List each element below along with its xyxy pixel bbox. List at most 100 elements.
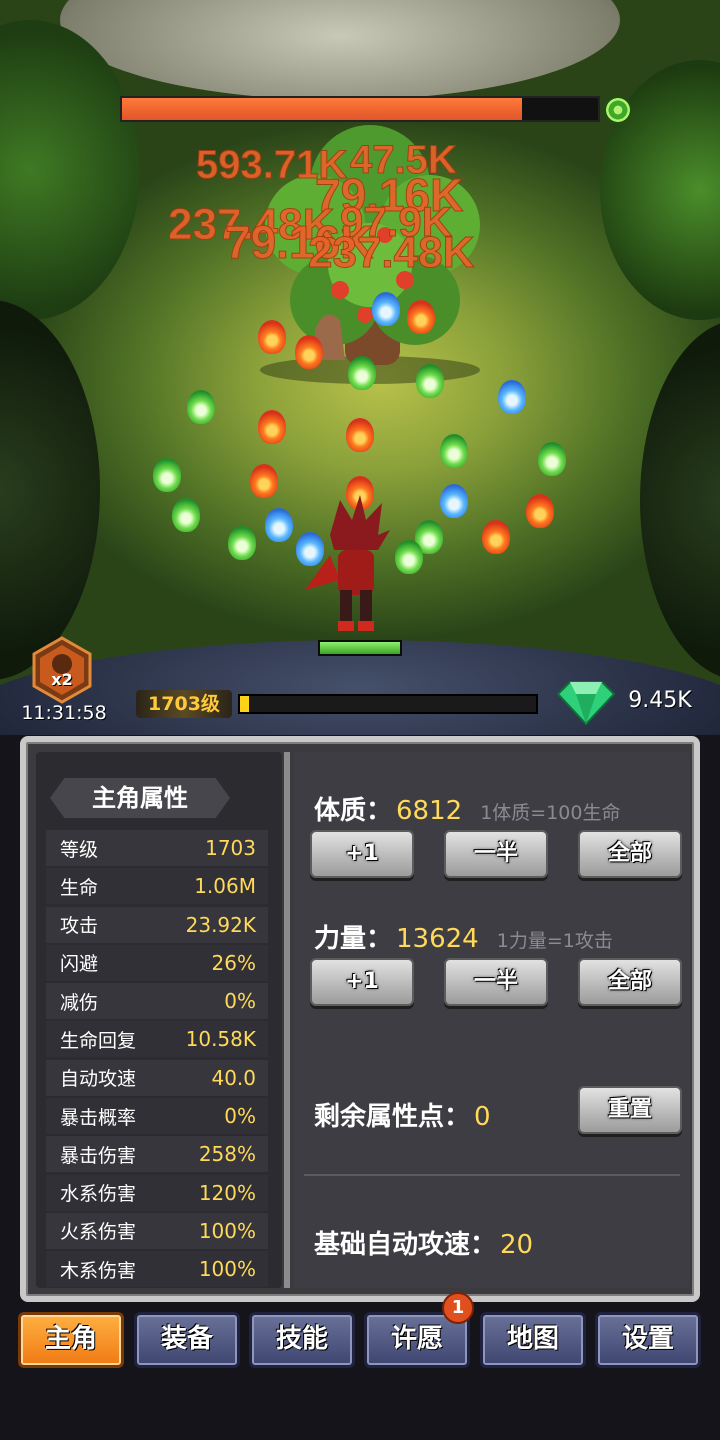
wood-orb-icon	[538, 442, 566, 476]
fire-orb-icon	[258, 320, 286, 354]
fire-orb-icon	[295, 335, 323, 369]
timer: 11:31:58	[21, 702, 107, 724]
exp-bar	[238, 694, 538, 714]
stat-name: 生命	[60, 876, 99, 899]
tab-skills[interactable]: 技能	[249, 1312, 355, 1368]
stat-value: 120%	[198, 1180, 256, 1205]
stat-value: 0%	[224, 989, 256, 1014]
constitution-note: 1体质=100生命	[480, 802, 621, 824]
stats-column: 主角属性 等级 1703 生命 1.06M 攻击 23.92K 闪避 26% 减伤 0% 生命回复 1…	[36, 752, 282, 1288]
bottom-tab-bar: 主角 装备 技能 许愿 地图 设置	[0, 1306, 720, 1376]
constitution-half-button[interactable]: 一半	[444, 830, 548, 878]
attribute-panel: 主角属性 等级 1703 生命 1.06M 攻击 23.92K 闪避 26% 减伤 0% 生命回复 1…	[20, 736, 700, 1302]
stat-name: 火系伤害	[60, 1221, 137, 1244]
stat-name: 减伤	[60, 991, 99, 1014]
attribute-allocation: 体质： 6812 1体质=100生命 +1 一半 全部 力量： 13624 1力…	[294, 752, 690, 1288]
stat-row: 水系伤害 120%	[46, 1174, 268, 1211]
stat-name: 水系伤害	[60, 1183, 137, 1206]
stat-value: 0%	[224, 1104, 256, 1129]
stat-row: 闪避 26%	[46, 944, 268, 981]
left-dark-leaves	[0, 300, 100, 680]
tab-map[interactable]: 地图	[480, 1312, 586, 1368]
stat-value: 40.0	[211, 1065, 256, 1090]
stat-row: 暴击伤害 258%	[46, 1136, 268, 1173]
wood-orb-icon	[153, 458, 181, 492]
remaining-points-value: 0	[474, 1102, 491, 1132]
tab-hero[interactable]: 主角	[18, 1312, 124, 1368]
strength-label: 力量：	[314, 924, 393, 954]
hero-character	[305, 495, 390, 631]
stats-title: 主角属性	[50, 778, 230, 818]
stat-value: 23.92K	[185, 912, 256, 937]
constitution-plus-one-button[interactable]: +1	[310, 830, 414, 878]
stat-name: 生命回复	[60, 1029, 137, 1052]
stat-row: 减伤 0%	[46, 983, 268, 1020]
stat-name: 攻击	[60, 915, 99, 938]
water-orb-icon	[372, 292, 400, 326]
stat-name: 自动攻速	[60, 1068, 137, 1091]
strength-plus-one-button[interactable]: +1	[310, 958, 414, 1006]
water-orb-icon	[265, 508, 293, 542]
stat-name: 木系伤害	[60, 1259, 137, 1282]
wood-orb-icon	[172, 498, 200, 532]
divider	[304, 1174, 680, 1176]
remaining-points-label: 剩余属性点：	[314, 1102, 471, 1132]
stat-value: 100%	[198, 1218, 256, 1243]
wood-orb-icon	[187, 390, 215, 424]
gem-count: 9.45K	[628, 688, 692, 713]
fire-orb-icon	[258, 410, 286, 444]
stat-row: 等级 1703	[46, 830, 268, 866]
right-dark-leaves	[640, 320, 720, 680]
fire-orb-icon	[346, 418, 374, 452]
stat-name: 等级	[60, 838, 99, 861]
tab-equipment[interactable]: 装备	[134, 1312, 240, 1368]
water-orb-icon	[498, 380, 526, 414]
hero-hp-bar	[318, 640, 402, 656]
wood-orb-icon	[440, 434, 468, 468]
stat-row: 暴击概率 0%	[46, 1098, 268, 1135]
stat-name: 暴击概率	[60, 1106, 137, 1129]
base-speed-value: 20	[500, 1230, 534, 1260]
stat-name: 闪避	[60, 953, 99, 976]
speed-multiplier: x2	[51, 670, 73, 689]
wood-orb-icon	[348, 356, 376, 390]
strength-value: 13624	[396, 924, 479, 954]
stat-row: 火系伤害 100%	[46, 1212, 268, 1249]
fire-orb-icon	[250, 464, 278, 498]
remaining-points-row: 剩余属性点： 0	[314, 1096, 491, 1133]
constitution-label: 体质：	[314, 796, 393, 826]
stat-row: 攻击 23.92K	[46, 906, 268, 943]
level-tag: 1703级	[136, 690, 232, 718]
notification-badge: 1	[442, 1292, 474, 1324]
stat-row: 生命 1.06M	[46, 868, 268, 905]
wood-orb-icon	[416, 364, 444, 398]
stat-value: 26%	[211, 950, 256, 975]
base-speed-row: 基础自动攻速： 20	[314, 1224, 533, 1261]
wood-element-icon	[604, 96, 632, 124]
stat-row: 木系伤害 100%	[46, 1251, 268, 1288]
panel-divider	[284, 752, 290, 1288]
constitution-all-button[interactable]: 全部	[578, 830, 682, 878]
constitution-row: 体质： 6812 1体质=100生命	[314, 790, 620, 827]
stat-row: 自动攻速 40.0	[46, 1059, 268, 1096]
reset-button[interactable]: 重置	[578, 1086, 682, 1134]
fire-orb-icon	[482, 520, 510, 554]
stat-value: 258%	[198, 1142, 256, 1167]
strength-half-button[interactable]: 一半	[444, 958, 548, 1006]
gem-icon	[556, 681, 616, 726]
wood-orb-icon	[228, 526, 256, 560]
constitution-value: 6812	[396, 796, 463, 826]
tab-settings[interactable]: 设置	[595, 1312, 701, 1368]
stat-row: 生命回复 10.58K	[46, 1021, 268, 1058]
strength-row: 力量： 13624 1力量=1攻击	[314, 918, 613, 955]
stat-value: 1703	[205, 836, 256, 860]
water-orb-icon	[440, 484, 468, 518]
stat-value: 10.58K	[185, 1027, 256, 1052]
base-speed-label: 基础自动攻速：	[314, 1230, 497, 1260]
hero-hp-fill	[320, 642, 400, 654]
fire-orb-icon	[407, 300, 435, 334]
strength-all-button[interactable]: 全部	[578, 958, 682, 1006]
top-rocks	[60, 0, 620, 100]
damage-number: 237.48K	[307, 228, 475, 278]
stat-list: 等级 1703 生命 1.06M 攻击 23.92K 闪避 26% 减伤 0% 生命回复 10.58K…	[46, 830, 268, 1290]
